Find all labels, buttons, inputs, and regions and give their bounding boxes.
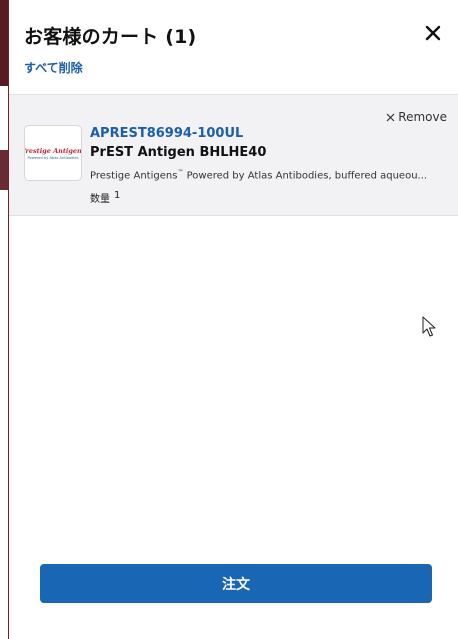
remove-button[interactable]: Remove bbox=[386, 110, 447, 124]
description-text: Powered by Atlas Antibodies, buffered aq… bbox=[183, 170, 428, 182]
product-logo-subtext: Powered by Atlas Antibodies bbox=[27, 155, 79, 160]
product-name: PrEST Antigen BHLHE40 bbox=[90, 145, 267, 160]
quantity: 数量 1 bbox=[90, 190, 120, 205]
close-icon bbox=[425, 25, 441, 41]
product-thumbnail[interactable]: Prestige Antigens Powered by Atlas Antib… bbox=[24, 125, 82, 181]
cart-header: お客様のカート (1) bbox=[24, 22, 458, 49]
product-description: Prestige Antigens™ Powered by Atlas Anti… bbox=[90, 169, 442, 181]
page: お客様のカート (1) すべて削除 Remove Prestige Antige… bbox=[0, 0, 458, 639]
cart-title: お客様のカート (1) bbox=[24, 26, 197, 48]
edge-mark bbox=[0, 0, 8, 86]
x-icon bbox=[386, 113, 395, 121]
cart-drawer: お客様のカート (1) すべて削除 Remove Prestige Antige… bbox=[9, 0, 458, 639]
edge-mark bbox=[0, 150, 8, 190]
product-logo-text: Prestige Antigens bbox=[25, 146, 82, 155]
close-button[interactable] bbox=[422, 22, 444, 44]
cart-item: Remove Prestige Antigens Powered by Atla… bbox=[9, 94, 458, 216]
remove-label: Remove bbox=[398, 110, 447, 124]
quantity-value: 1 bbox=[114, 190, 121, 201]
order-button[interactable]: 注文 bbox=[40, 564, 432, 603]
product-sku-link[interactable]: APREST86994-100UL bbox=[90, 126, 243, 141]
quantity-label: 数量 bbox=[90, 194, 110, 205]
description-brand: Prestige Antigens bbox=[90, 170, 178, 182]
clear-all-link[interactable]: すべて削除 bbox=[24, 59, 83, 76]
mouse-pointer-icon bbox=[422, 316, 436, 337]
underlying-page-edge bbox=[0, 0, 9, 639]
